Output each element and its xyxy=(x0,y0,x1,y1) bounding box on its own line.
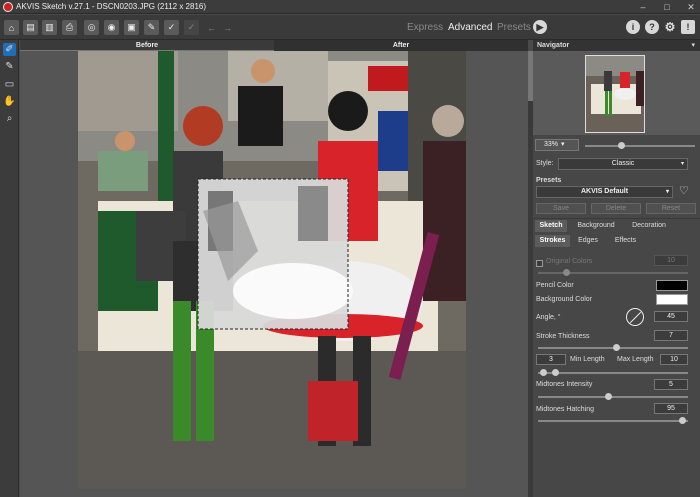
pencil-color-label: Pencil Color xyxy=(536,282,574,289)
tab-sketch[interactable]: Sketch xyxy=(535,220,567,232)
tab-effects[interactable]: Effects xyxy=(608,235,643,247)
midtones-hatching-slider[interactable] xyxy=(538,417,688,424)
navigator-thumbnail[interactable] xyxy=(585,55,645,133)
min-length-label: Min Length xyxy=(570,356,605,363)
eraser-tool-icon[interactable]: ▭ xyxy=(3,78,16,91)
tab-decoration[interactable]: Decoration xyxy=(625,220,673,232)
angle-value[interactable]: 45 xyxy=(654,311,688,322)
background-color-label: Background Color xyxy=(536,296,593,303)
zoom-select[interactable]: 33% ▾ xyxy=(535,139,579,151)
undo-icon[interactable]: ← xyxy=(204,20,219,35)
run-play-icon[interactable]: ▶ xyxy=(533,20,547,34)
stroke-thickness-slider[interactable] xyxy=(538,344,688,351)
main-toolbar: ⌂ ▤ ▥ ⎙ ◎ ◉ ▣ ✎ ✓ ✓ ← → Express Advanced… xyxy=(0,15,700,40)
midtones-intensity-slider[interactable] xyxy=(538,393,688,400)
midtones-intensity-value[interactable]: 5 xyxy=(654,379,688,390)
run-check-icon[interactable]: ✓ xyxy=(164,20,179,35)
navigator-header: Navigator xyxy=(533,40,700,51)
redo-icon[interactable]: → xyxy=(220,20,235,35)
mode-advanced[interactable]: Advanced xyxy=(448,22,492,33)
image-canvas[interactable] xyxy=(20,51,528,497)
home-icon[interactable]: ⌂ xyxy=(4,20,19,35)
length-range-slider[interactable] xyxy=(538,369,688,376)
stroke-thickness-label: Stroke Thickness xyxy=(536,333,590,340)
tab-after[interactable]: After xyxy=(274,40,528,51)
view-tabs: Before After xyxy=(20,40,528,51)
help-icon[interactable]: ? xyxy=(645,20,659,34)
original-colors-label: Original Colors xyxy=(546,258,593,265)
style-label: Style: xyxy=(536,160,554,167)
save-preset-button[interactable]: Save xyxy=(536,203,586,214)
notification-icon[interactable]: ! xyxy=(681,20,695,34)
title-bar: AKVIS Sketch v.27.1 - DSCN0203.JPG (2112… xyxy=(0,0,700,14)
info-icon[interactable]: i xyxy=(626,20,640,34)
stroke-direction-icon[interactable]: ✐ xyxy=(3,43,16,56)
chevron-down-icon: ▾ xyxy=(665,189,669,195)
tab-strokes[interactable]: Strokes xyxy=(535,235,570,247)
tool-panel: ✐ ✎ ▭ ✋ ⌕ xyxy=(0,40,19,497)
apply-icon[interactable]: ✓ xyxy=(184,20,199,35)
print-icon[interactable]: ⎙ xyxy=(62,20,77,35)
navigator-box xyxy=(533,51,700,135)
pencil-color-swatch[interactable] xyxy=(656,280,688,291)
minimize-button[interactable]: – xyxy=(636,1,650,13)
zoom-slider-knob[interactable] xyxy=(618,142,625,149)
midtones-hatching-label: Midtones Hatching xyxy=(536,406,594,413)
max-length-value[interactable]: 10 xyxy=(660,354,688,365)
window-title: AKVIS Sketch v.27.1 - DSCN0203.JPG (2112… xyxy=(16,2,207,11)
midtones-intensity-label: Midtones Intensity xyxy=(536,381,593,388)
favorite-heart-icon[interactable]: ♡ xyxy=(679,184,689,197)
maximize-button[interactable]: □ xyxy=(660,1,674,13)
min-length-value[interactable]: 3 xyxy=(536,354,566,365)
angle-dial-icon[interactable] xyxy=(626,308,644,326)
background-color-swatch[interactable] xyxy=(656,294,688,305)
app-logo-icon xyxy=(3,1,13,12)
original-colors-value[interactable]: 10 xyxy=(654,255,688,266)
preset-dropdown[interactable]: AKVIS Default ▾ xyxy=(536,186,673,198)
pencil-tool-icon[interactable]: ✎ xyxy=(3,60,16,73)
gear-icon[interactable]: ⚙ xyxy=(663,20,677,34)
hand-tool-icon[interactable]: ✋ xyxy=(3,95,16,108)
tab-before[interactable]: Before xyxy=(20,40,274,51)
brush-icon[interactable]: ✎ xyxy=(144,20,159,35)
photo-image xyxy=(78,51,466,489)
presets-label: Presets xyxy=(536,177,562,184)
stroke-thickness-value[interactable]: 7 xyxy=(654,330,688,341)
camera-icon[interactable]: ◉ xyxy=(104,20,119,35)
mode-express[interactable]: Express xyxy=(407,22,443,33)
midtones-hatching-value[interactable]: 95 xyxy=(654,403,688,414)
collapse-icon[interactable]: ▾ xyxy=(691,41,695,49)
save-file-icon[interactable]: ▥ xyxy=(42,20,57,35)
zoom-value: 33% xyxy=(544,141,559,148)
chevron-down-icon: ▾ xyxy=(680,161,684,167)
zoom-tool-icon[interactable]: ⌕ xyxy=(3,112,16,125)
mode-presets[interactable]: Presets xyxy=(497,22,531,33)
original-colors-checkbox[interactable] xyxy=(536,260,543,267)
open-file-icon[interactable]: ▤ xyxy=(23,20,38,35)
reset-preset-button[interactable]: Reset xyxy=(646,203,696,214)
original-colors-slider[interactable] xyxy=(538,269,688,276)
max-length-label: Max Length xyxy=(617,356,654,363)
batch-icon[interactable]: ◎ xyxy=(84,20,99,35)
delete-preset-button[interactable]: Delete xyxy=(591,203,641,214)
presets-icon[interactable]: ▣ xyxy=(124,20,139,35)
angle-label: Angle, ° xyxy=(536,314,561,321)
close-button[interactable]: ✕ xyxy=(684,1,698,13)
zoom-slider[interactable] xyxy=(585,142,695,149)
tab-background[interactable]: Background xyxy=(571,220,621,232)
settings-panel: Navigator ▾ 33% ▾ Style: Classic ▾ Presets… xyxy=(533,40,700,497)
style-dropdown[interactable]: Classic ▾ xyxy=(558,158,688,170)
tab-edges[interactable]: Edges xyxy=(573,235,603,247)
